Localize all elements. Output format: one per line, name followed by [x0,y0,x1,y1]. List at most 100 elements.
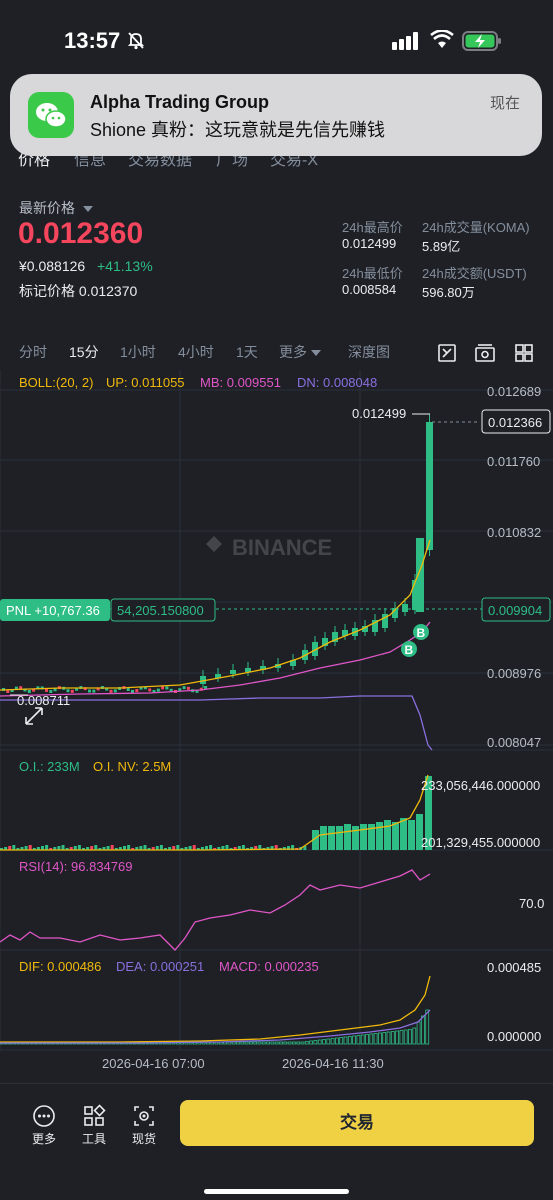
macd-bar [244,1041,249,1045]
oi-bar [408,820,415,850]
candle [165,686,169,690]
notification-title: Alpha Trading Group [90,92,269,112]
boll-up: UP: 0.011055 [106,375,185,390]
macd-bar [257,1041,262,1045]
interval-time[interactable]: 分时 [19,342,47,362]
oi-bar [328,826,335,850]
buy-marker[interactable]: B [401,641,417,657]
tools-button[interactable]: 工具 [74,1104,114,1147]
oi-bars [0,776,432,850]
price-tick: 0.011760 [487,454,540,469]
macd-bar [231,1041,236,1045]
low-label: 24h最低价 [342,266,403,281]
more-dots-icon [33,1105,55,1127]
macd-bar [304,1041,309,1045]
chart-settings-icon[interactable] [437,343,457,363]
candle [109,689,113,693]
amount-value: 596.80万 [422,285,475,300]
macd-bar [339,1037,344,1045]
volume-value: 5.89亿 [422,239,461,254]
macd-bar [408,1029,412,1045]
candle [182,686,186,690]
interval-more[interactable]: 更多 [279,342,321,362]
signal-icon [392,32,418,50]
candle [156,688,160,692]
macd-bar [395,1030,400,1045]
oi-bar [176,845,180,850]
macd-zero-tick: 0.000000 [487,1029,541,1044]
candle [148,688,152,692]
rsi-line [0,869,431,951]
status-bar: 13:57 [0,0,553,80]
expand-icon[interactable] [25,707,43,725]
buy-marker[interactable]: B [413,624,429,640]
macd-bar [313,1040,318,1045]
macd-bar [317,1039,322,1045]
buy-marker-text: B [417,626,426,640]
wechat-icon [28,92,74,138]
notification-banner[interactable]: Alpha Trading Group Shione 真粉：这玩意就是先信先赚钱… [10,74,542,156]
status-time: 13:57 [64,28,121,53]
macd-label: MACD: 0.000235 [219,959,319,974]
interval-15m[interactable]: 15分 [69,342,99,362]
x-label-0700: 2026-04-16 07:00 [102,1056,205,1071]
pnl-qty: 54,205.150800 [117,603,204,618]
oi-bar [336,826,343,850]
macd-dif-label: DIF: 0.000486 [19,959,101,974]
interval-1d[interactable]: 1天 [236,342,258,362]
pnl-text: PNL +10,767.36 [6,603,100,618]
trade-button[interactable]: 交易 [180,1100,534,1146]
spot-button[interactable]: 现货 [124,1104,164,1147]
macd-bar [386,1031,391,1045]
interval-4h[interactable]: 4小时 [178,342,214,362]
oi-bar [320,826,327,850]
macd-bar [291,1041,296,1045]
layout-grid-icon[interactable] [514,343,534,363]
macd-bar [279,1041,283,1045]
macd-bar [352,1035,357,1045]
macd-bar [253,1041,258,1045]
tools-label: 工具 [81,1132,106,1146]
dropdown-caret-icon [82,206,93,212]
candles [2,414,433,693]
candle [186,686,190,690]
oi-bar [360,824,367,850]
boll-dn: DN: 0.008048 [297,375,377,390]
oi-bar [28,845,32,850]
oi-bar [143,845,147,850]
oi-bar [159,845,163,850]
interval-depth[interactable]: 深度图 [348,342,390,362]
macd-bar [360,1034,365,1045]
more-label: 更多 [31,1132,56,1146]
price-axis: 0.012689 0.011760 0.010832 0.008976 0.008047 [487,384,541,750]
home-indicator[interactable] [204,1189,349,1194]
macd-bar [399,1030,404,1045]
oi-bar [192,845,196,850]
boll-mb: MB: 0.009551 [200,375,281,390]
kline-chart[interactable]: BINANCE BOLL:(20, 2) UP: 0.011055 MB: 0.… [0,370,553,1083]
interval-1h[interactable]: 1小时 [120,342,156,362]
oi-bar [352,826,359,850]
oi-bar [110,845,114,850]
more-button[interactable]: 更多 [24,1104,64,1147]
high-value: 0.012499 [342,236,397,251]
macd-bar [420,1015,425,1045]
last-price-label[interactable]: 最新价格 [19,198,93,218]
amount-label: 24h成交额(USDT) [422,266,527,281]
macd-bar [287,1041,292,1045]
indicator-settings-icon[interactable] [475,343,495,363]
oi-bar [344,824,351,850]
bottom-bar: 更多 工具 现货 交易 [0,1083,553,1200]
oi-bar [392,822,399,850]
macd-bar [356,1035,361,1045]
price-tick: 0.010832 [487,525,541,540]
macd-bar [326,1038,331,1045]
interval-bar: 分时 15分 1小时 4小时 1天 更多 深度图 [0,342,553,366]
candle [135,689,139,693]
binance-watermark: BINANCE [206,535,332,560]
notification-body: Shione 真粉：这玩意就是先信先赚钱 [90,120,386,140]
oi-bar [94,845,98,850]
more-caret-icon [311,350,321,356]
boll-label: BOLL:(20, 2) [19,375,93,390]
macd-bar [236,1041,240,1045]
